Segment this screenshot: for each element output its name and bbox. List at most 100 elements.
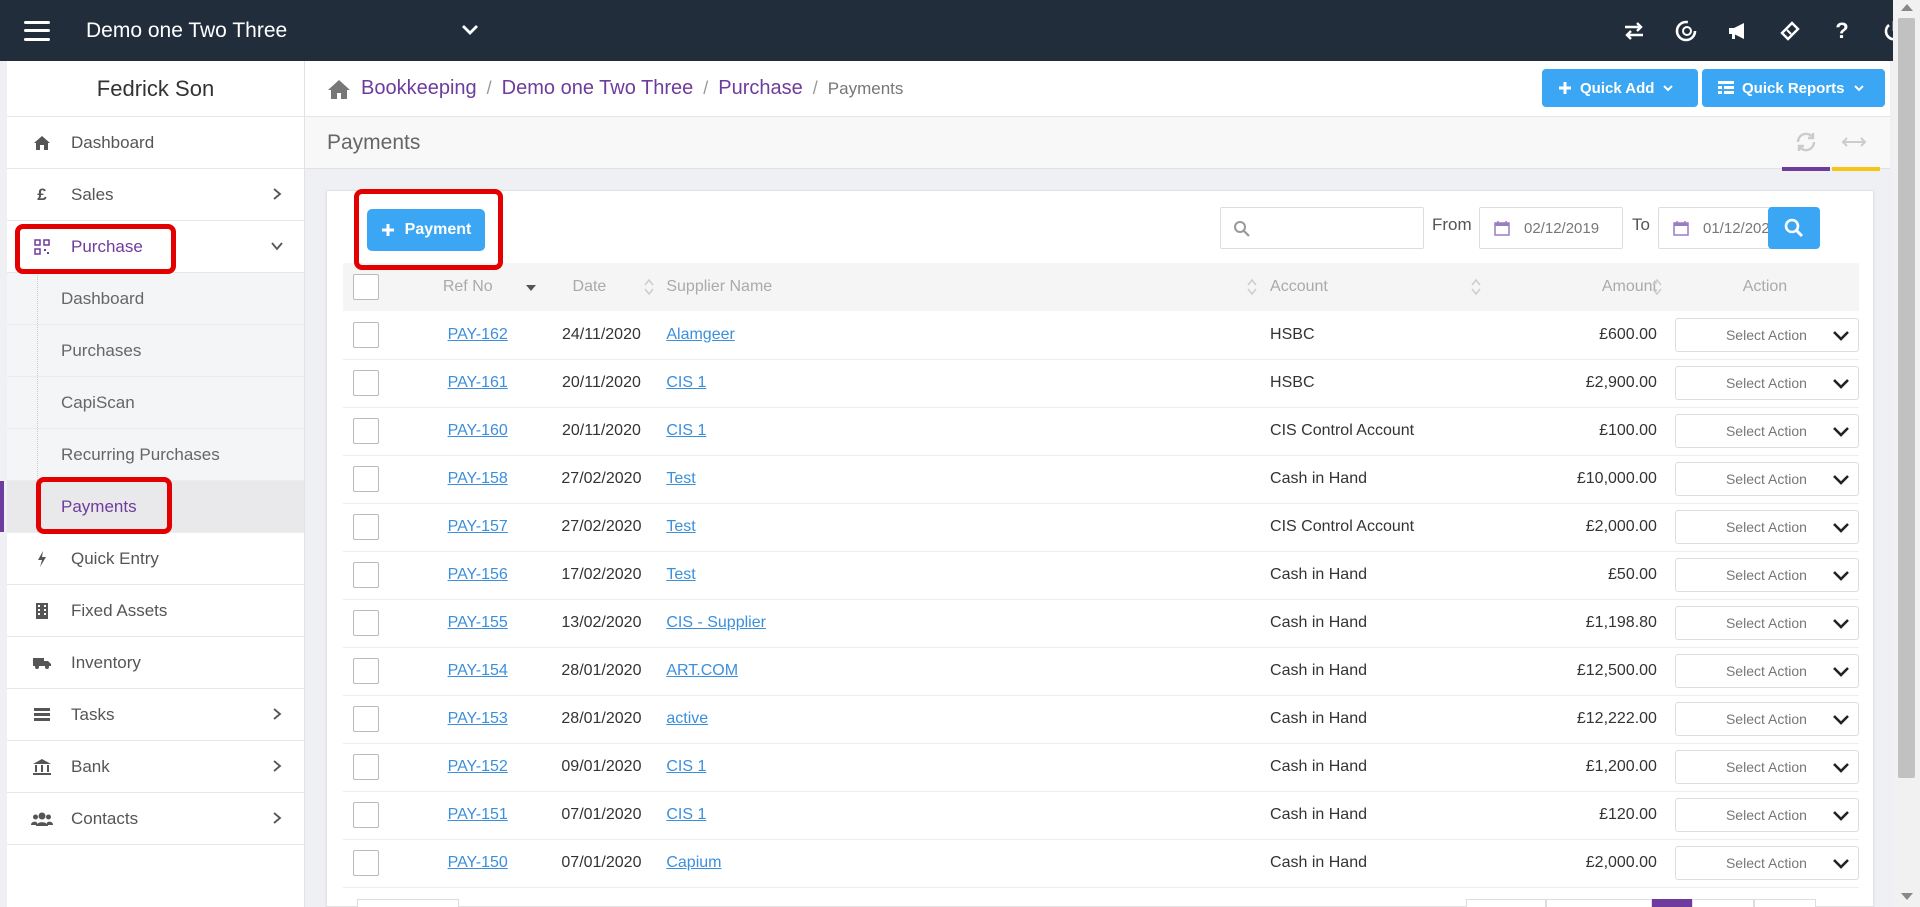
sidebar-item-dashboard[interactable]: Dashboard bbox=[7, 117, 304, 169]
table-row[interactable]: PAY-155 13/02/2020 CIS - Supplier Cash in H… bbox=[343, 599, 1859, 647]
column-date[interactable]: Date bbox=[543, 263, 661, 311]
table-row[interactable]: PAY-151 07/01/2020 CIS 1 Cash in Hand £120.0… bbox=[343, 791, 1859, 839]
action-select[interactable]: Select Action bbox=[1674, 366, 1859, 400]
table-row[interactable]: PAY-152 09/01/2020 CIS 1 Cash in Hand £1,200… bbox=[343, 743, 1859, 791]
column-amount[interactable]: Amount bbox=[1505, 263, 1671, 311]
row-checkbox[interactable] bbox=[353, 754, 379, 780]
scroll-thumb[interactable] bbox=[1898, 18, 1915, 778]
from-date-field[interactable]: 02/12/2019 bbox=[1479, 207, 1623, 249]
ticket-icon[interactable] bbox=[1764, 0, 1816, 61]
supplier-link[interactable]: CIS 1 bbox=[666, 758, 706, 775]
switch-arrows-icon[interactable] bbox=[1608, 0, 1660, 61]
search-button[interactable] bbox=[1768, 207, 1820, 249]
row-checkbox[interactable] bbox=[353, 802, 379, 828]
pagination-current[interactable] bbox=[1652, 899, 1692, 907]
supplier-link[interactable]: CIS 1 bbox=[666, 374, 706, 391]
row-checkbox[interactable] bbox=[353, 658, 379, 684]
supplier-link[interactable]: CIS 1 bbox=[666, 422, 706, 439]
row-checkbox[interactable] bbox=[353, 418, 379, 444]
sidebar-item-tasks[interactable]: Tasks bbox=[7, 689, 304, 741]
sidebar-item-contacts[interactable]: Contacts bbox=[7, 793, 304, 845]
table-row[interactable]: PAY-158 27/02/2020 Test Cash in Hand £10,000… bbox=[343, 455, 1859, 503]
row-checkbox[interactable] bbox=[353, 466, 379, 492]
breadcrumb-purchase[interactable]: Purchase bbox=[718, 77, 803, 100]
ref-link[interactable]: PAY-150 bbox=[448, 854, 508, 871]
table-row[interactable]: PAY-156 17/02/2020 Test Cash in Hand £50.00 S… bbox=[343, 551, 1859, 599]
table-row[interactable]: PAY-162 24/11/2020 Alamgeer HSBC £600.00 Sele… bbox=[343, 311, 1859, 359]
row-checkbox[interactable] bbox=[353, 514, 379, 540]
row-checkbox[interactable] bbox=[353, 610, 379, 636]
company-name[interactable]: Demo one Two Three bbox=[86, 19, 287, 43]
sidebar-sub-capiscan[interactable]: CapiScan bbox=[7, 377, 304, 429]
supplier-link[interactable]: Capium bbox=[666, 854, 721, 871]
supplier-link[interactable]: CIS 1 bbox=[666, 806, 706, 823]
action-select[interactable]: Select Action bbox=[1674, 750, 1859, 784]
sidebar-sub-purchases[interactable]: Purchases bbox=[7, 325, 304, 377]
sidebar-item-purchase[interactable]: Purchase bbox=[7, 221, 304, 273]
sidebar-item-fixed-assets[interactable]: Fixed Assets bbox=[7, 585, 304, 637]
action-select[interactable]: Select Action bbox=[1674, 462, 1859, 496]
row-checkbox[interactable] bbox=[353, 706, 379, 732]
refresh-icon[interactable] bbox=[1793, 131, 1819, 153]
action-select[interactable]: Select Action bbox=[1674, 606, 1859, 640]
quick-add-button[interactable]: Quick Add bbox=[1542, 69, 1698, 107]
help-icon[interactable]: ? bbox=[1816, 0, 1868, 61]
supplier-link[interactable]: ART.COM bbox=[666, 662, 738, 679]
action-select[interactable]: Select Action bbox=[1674, 414, 1859, 448]
scroll-down-arrow[interactable] bbox=[1901, 893, 1913, 900]
ref-link[interactable]: PAY-160 bbox=[448, 422, 508, 439]
ref-link[interactable]: PAY-154 bbox=[448, 662, 508, 679]
sidebar-item-bank[interactable]: Bank bbox=[7, 741, 304, 793]
supplier-link[interactable]: Test bbox=[666, 566, 695, 583]
row-checkbox[interactable] bbox=[353, 321, 379, 348]
sidebar-item-quick-entry[interactable]: Quick Entry bbox=[7, 533, 304, 585]
page-scrollbar[interactable] bbox=[1893, 0, 1920, 907]
breadcrumb-company[interactable]: Demo one Two Three bbox=[502, 77, 694, 100]
page-size-select[interactable] bbox=[357, 899, 459, 907]
row-checkbox[interactable] bbox=[353, 850, 379, 876]
action-select[interactable]: Select Action bbox=[1674, 510, 1859, 544]
column-ref-no[interactable]: Ref No bbox=[413, 263, 543, 311]
action-select[interactable]: Select Action bbox=[1674, 702, 1859, 736]
ref-link[interactable]: PAY-161 bbox=[448, 374, 508, 391]
column-account[interactable]: Account bbox=[1264, 263, 1505, 311]
hamburger-menu-icon[interactable] bbox=[24, 20, 50, 41]
sidebar-sub-payments[interactable]: Payments bbox=[0, 481, 304, 533]
ref-link[interactable]: PAY-151 bbox=[448, 806, 508, 823]
ref-link[interactable]: PAY-157 bbox=[448, 518, 508, 535]
action-select[interactable]: Select Action bbox=[1674, 798, 1859, 832]
add-payment-button[interactable]: Payment bbox=[367, 209, 485, 251]
home-icon[interactable] bbox=[327, 78, 351, 100]
row-checkbox[interactable] bbox=[353, 562, 379, 588]
ref-link[interactable]: PAY-155 bbox=[448, 614, 508, 631]
quick-reports-button[interactable]: Quick Reports bbox=[1702, 69, 1885, 107]
table-row[interactable]: PAY-154 28/01/2020 ART.COM Cash in Hand £12,… bbox=[343, 647, 1859, 695]
ref-link[interactable]: PAY-152 bbox=[448, 758, 508, 775]
supplier-link[interactable]: Test bbox=[666, 518, 695, 535]
sidebar-item-inventory[interactable]: Inventory bbox=[7, 637, 304, 689]
pagination-first[interactable] bbox=[1466, 899, 1546, 907]
table-row[interactable]: PAY-161 20/11/2020 CIS 1 HSBC £2,900.00 Selec… bbox=[343, 359, 1859, 407]
pagination-next[interactable] bbox=[1692, 899, 1754, 907]
action-select[interactable]: Select Action bbox=[1674, 558, 1859, 592]
megaphone-icon[interactable] bbox=[1712, 0, 1764, 61]
table-row[interactable]: PAY-157 27/02/2020 Test CIS Control Account… bbox=[343, 503, 1859, 551]
ref-link[interactable]: PAY-162 bbox=[448, 326, 508, 343]
supplier-link[interactable]: Alamgeer bbox=[666, 326, 734, 343]
ref-link[interactable]: PAY-156 bbox=[448, 566, 508, 583]
breadcrumb-bookkeeping[interactable]: Bookkeeping bbox=[361, 77, 477, 100]
supplier-link[interactable]: Test bbox=[666, 470, 695, 487]
search-input[interactable] bbox=[1220, 207, 1424, 249]
supplier-link[interactable]: CIS - Supplier bbox=[666, 614, 766, 631]
sidebar-sub-dashboard[interactable]: Dashboard bbox=[7, 273, 304, 325]
ref-link[interactable]: PAY-153 bbox=[448, 710, 508, 727]
table-row[interactable]: PAY-150 07/01/2020 Capium Cash in Hand £2,00… bbox=[343, 839, 1859, 887]
sidebar-item-sales[interactable]: £ Sales bbox=[7, 169, 304, 221]
pagination-prev[interactable] bbox=[1546, 899, 1652, 907]
chevron-down-icon[interactable] bbox=[460, 19, 480, 39]
supplier-link[interactable]: active bbox=[666, 710, 708, 727]
action-select[interactable]: Select Action bbox=[1674, 654, 1859, 688]
action-select[interactable]: Select Action bbox=[1674, 846, 1859, 880]
scroll-up-arrow[interactable] bbox=[1901, 4, 1913, 11]
ref-link[interactable]: PAY-158 bbox=[448, 470, 508, 487]
